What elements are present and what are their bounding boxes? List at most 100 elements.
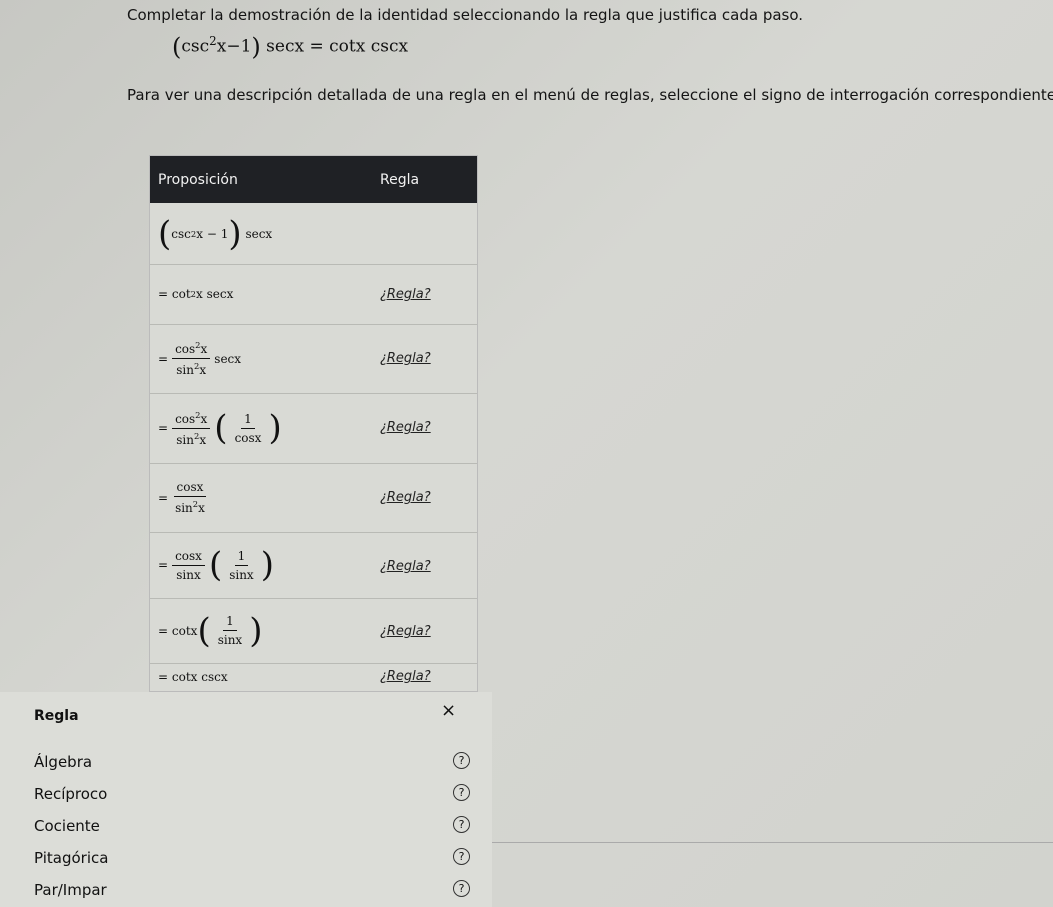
math-text: cotx cscx xyxy=(171,669,228,684)
rule-item-cociente[interactable]: Cociente ? xyxy=(0,809,492,841)
statement: = cotx cscx xyxy=(158,663,228,690)
rule-item-par-impar[interactable]: Par/Impar ? xyxy=(0,873,492,905)
table-row: = cos2x sin2x ( 1 cosx ) ¿Regla? xyxy=(150,393,477,464)
math-text: 1 xyxy=(223,614,237,631)
rule-menu-title: Regla xyxy=(34,708,79,724)
help-icon[interactable]: ? xyxy=(453,784,470,801)
fraction: cosx sin2x xyxy=(172,480,208,515)
help-icon[interactable]: ? xyxy=(453,880,470,897)
math-text: 1 xyxy=(241,412,255,429)
math-text: cot xyxy=(171,287,191,301)
table-row: = cosx sin2x ¿Regla? xyxy=(150,463,477,533)
paren: ( xyxy=(208,545,223,585)
close-icon[interactable]: × xyxy=(441,700,456,721)
table-row: ( csc 2 x − 1 ) secx xyxy=(150,203,477,265)
table-row: = cot 2 x secx ¿Regla? xyxy=(150,264,477,325)
rule-link[interactable]: ¿Regla? xyxy=(380,624,431,639)
instruction-text: Completar la demostración de la identida… xyxy=(127,6,804,24)
math-text: = xyxy=(158,287,169,301)
statement: = cotx ( 1 sinx ) xyxy=(158,598,262,663)
math-text: sin xyxy=(176,363,194,377)
rule-link[interactable]: ¿Regla? xyxy=(380,420,431,435)
help-icon[interactable]: ? xyxy=(453,752,470,769)
math-text: − 1 xyxy=(206,226,229,241)
rule-item-label: Par/Impar xyxy=(34,881,107,899)
help-icon[interactable]: ? xyxy=(453,848,470,865)
rule-link[interactable]: ¿Regla? xyxy=(380,559,431,574)
math-text: sin xyxy=(175,501,193,515)
math-text: cosx xyxy=(234,430,262,445)
fraction: cos2x sin2x xyxy=(172,340,211,377)
math-text: secx xyxy=(214,351,242,366)
rule-link[interactable]: ¿Regla? xyxy=(380,490,431,505)
rule-link[interactable]: ¿Regla? xyxy=(380,287,431,302)
rule-item-label: Pitagórica xyxy=(34,849,109,867)
paren-close: ) xyxy=(251,33,261,61)
math-text: cosx xyxy=(172,549,205,566)
table-row: = cotx cscx ¿Regla? xyxy=(150,663,477,690)
math-text: x xyxy=(198,501,205,515)
paren: ) xyxy=(249,610,263,651)
math-text: x xyxy=(200,411,208,426)
paren-open: ( xyxy=(172,33,182,61)
table-row: = cosx sinx ( 1 sinx ) ¿Regla? xyxy=(150,532,477,599)
header-proposition: Proposición xyxy=(158,172,238,188)
exponent: 2 xyxy=(209,33,217,48)
statement: ( csc 2 x − 1 ) secx xyxy=(158,203,272,264)
paren: ( xyxy=(214,408,228,448)
fraction: cosx sinx xyxy=(172,549,205,582)
table-row: = cos2x sin2x secx ¿Regla? xyxy=(150,324,477,394)
statement: = cos2x sin2x ( 1 cosx ) xyxy=(158,393,282,463)
x-minus-one: x−1 xyxy=(216,36,252,57)
divider xyxy=(492,842,1053,843)
rule-item-label: Recíproco xyxy=(34,785,108,803)
math-text: x xyxy=(196,226,203,241)
math-text: = xyxy=(158,623,169,638)
table-header: Proposición Regla xyxy=(150,156,477,203)
statement: = cosx sin2x xyxy=(158,463,212,532)
math-text: secx xyxy=(245,226,273,241)
math-text: sin xyxy=(176,432,194,447)
csc-text: csc xyxy=(181,36,210,57)
sec-text: secx xyxy=(266,36,305,57)
header-rule: Regla xyxy=(380,172,420,188)
paren: ( xyxy=(158,213,172,254)
math-text: sinx xyxy=(176,567,201,582)
fraction: 1 cosx xyxy=(232,412,265,445)
rule-item-pitagorica[interactable]: Pitagórica ? xyxy=(0,841,492,873)
math-text: = xyxy=(158,490,169,505)
math-text: cos xyxy=(175,342,196,356)
math-text: cos xyxy=(175,411,196,426)
math-text: x xyxy=(200,342,208,356)
rule-item-algebra[interactable]: Álgebra ? xyxy=(0,745,492,777)
help-icon[interactable]: ? xyxy=(453,816,470,833)
math-text: x xyxy=(196,287,203,301)
math-text: 1 xyxy=(234,549,249,566)
math-text: = xyxy=(158,421,169,435)
table-row: = cotx ( 1 sinx ) ¿Regla? xyxy=(150,598,477,664)
fraction: cos2x sin2x xyxy=(172,410,211,447)
math-text: x xyxy=(199,432,207,447)
math-text: sinx xyxy=(217,633,243,647)
equals-sign: = xyxy=(309,36,324,57)
math-text: cotx xyxy=(171,623,198,638)
rule-item-reciproco[interactable]: Recíproco ? xyxy=(0,777,492,809)
math-text: sinx xyxy=(229,567,254,582)
statement: = cos2x sin2x secx xyxy=(158,324,241,393)
rule-link[interactable]: ¿Regla? xyxy=(380,351,431,366)
fraction: 1 sinx xyxy=(226,549,257,582)
rule-menu-panel: Regla × Álgebra ? Recíproco ? Cociente ?… xyxy=(0,692,492,907)
identity-formula: (csc2x−1) secx = cotx cscx xyxy=(172,33,408,61)
statement: = cosx sinx ( 1 sinx ) xyxy=(158,532,274,598)
math-text: secx xyxy=(206,287,234,301)
statement: = cot 2 x secx xyxy=(158,264,233,324)
help-instruction-text: Para ver una descripción detallada de un… xyxy=(127,86,1053,104)
proof-table: Proposición Regla ( csc 2 x − 1 ) secx = c… xyxy=(149,155,478,692)
math-text: csc xyxy=(171,226,191,241)
math-text: cosx xyxy=(173,480,207,497)
rule-link[interactable]: ¿Regla? xyxy=(380,669,431,684)
paren: ) xyxy=(268,408,282,448)
math-text: = xyxy=(158,558,169,572)
paren: ) xyxy=(260,545,274,585)
paren: ) xyxy=(228,213,242,254)
